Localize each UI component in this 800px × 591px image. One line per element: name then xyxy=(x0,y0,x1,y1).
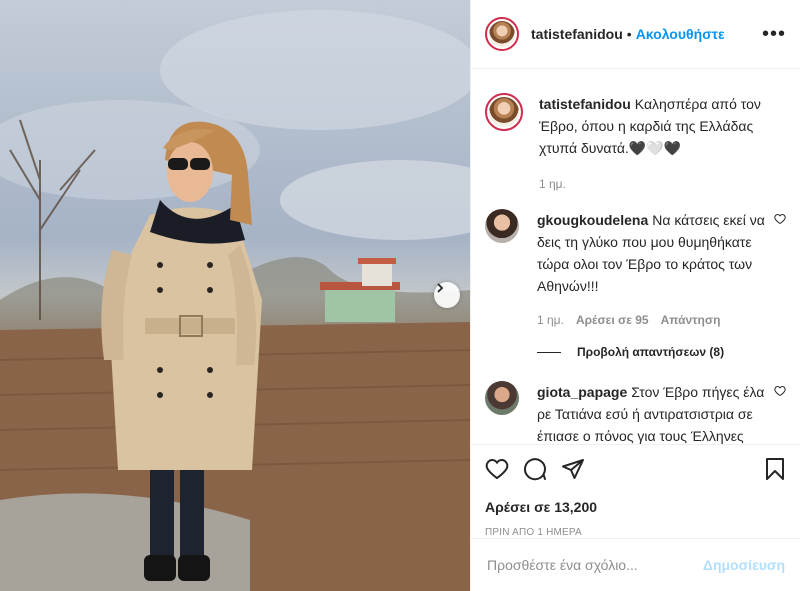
comment-icon[interactable] xyxy=(523,457,547,481)
heart-icon[interactable] xyxy=(485,457,509,481)
commenter-avatar[interactable] xyxy=(485,209,519,243)
post-comment-button[interactable]: Δημοσίευση xyxy=(703,557,785,573)
post-photo[interactable] xyxy=(0,0,470,591)
author-avatar[interactable] xyxy=(485,17,519,51)
post-details-panel: tatistefanidou • Ακολουθήστε ••• tatiste… xyxy=(470,0,800,591)
comment-input[interactable] xyxy=(487,557,703,573)
add-comment-bar: Δημοσίευση xyxy=(471,538,800,591)
action-icons xyxy=(485,455,787,483)
commenter-username[interactable]: giota_papage xyxy=(537,384,627,400)
bookmark-icon[interactable] xyxy=(763,457,787,481)
post-actions: Αρέσει σε 13,200 ΠΡΙΝ ΑΠΟ 1 ΗΜΕΡΑ xyxy=(471,444,800,538)
replies-divider-line xyxy=(537,351,561,353)
post-photo-illustration xyxy=(0,10,470,591)
comment-item: gkougkoudelena Να κάτσεις εκεί να δεις τη… xyxy=(485,209,786,331)
caption-time[interactable]: 1 ημ. xyxy=(539,173,566,195)
comment-item: giota_papage Στον Έβρο πήγες έλα ρε Τατιά… xyxy=(485,381,786,449)
reply-button[interactable]: Απάντηση xyxy=(661,309,721,331)
comment-like-heart-icon[interactable] xyxy=(774,213,786,225)
comment-time[interactable]: 1 ημ. xyxy=(537,309,564,331)
author-username[interactable]: tatistefanidou xyxy=(531,26,623,42)
post-header: tatistefanidou • Ακολουθήστε ••• xyxy=(471,0,800,69)
commenter-avatar[interactable] xyxy=(485,381,519,415)
comments-list[interactable]: tatistefanidou Καλησπέρα από τον Έβρο, όπ… xyxy=(471,69,800,449)
chevron-right-icon xyxy=(437,283,444,293)
commenter-username[interactable]: gkougkoudelena xyxy=(537,212,648,228)
view-replies-label: Προβολή απαντήσεων (8) xyxy=(577,345,725,359)
next-image-button[interactable] xyxy=(434,282,460,308)
likes-count[interactable]: Αρέσει σε 13,200 xyxy=(485,499,787,515)
post-timestamp[interactable]: ΠΡΙΝ ΑΠΟ 1 ΗΜΕΡΑ xyxy=(485,527,787,538)
view-replies-button[interactable]: Προβολή απαντήσεων (8) xyxy=(537,345,786,359)
caption-avatar[interactable] xyxy=(485,93,523,131)
comment-like-heart-icon[interactable] xyxy=(774,385,786,397)
more-options-icon[interactable]: ••• xyxy=(762,23,786,46)
comment-likes[interactable]: Αρέσει σε 95 xyxy=(576,309,649,331)
separator-dot: • xyxy=(626,26,632,42)
follow-button[interactable]: Ακολουθήστε xyxy=(636,26,725,42)
caption-username[interactable]: tatistefanidou xyxy=(539,96,631,112)
paper-plane-icon[interactable] xyxy=(561,457,585,481)
caption: tatistefanidou Καλησπέρα από τον Έβρο, όπ… xyxy=(485,93,786,195)
